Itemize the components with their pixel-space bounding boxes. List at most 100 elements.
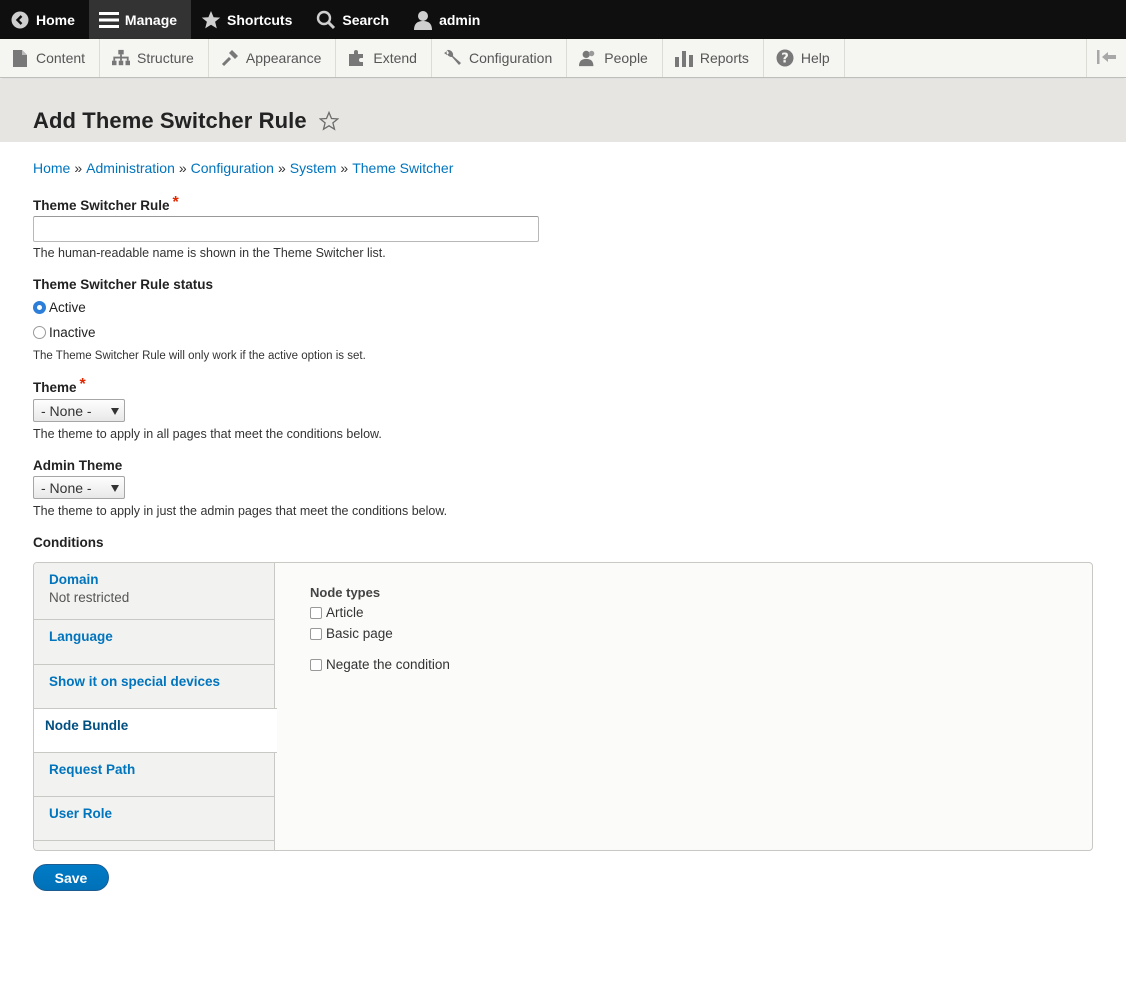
radio-button[interactable] — [33, 326, 46, 339]
tray-item-label: Help — [800, 50, 830, 66]
toolbar-user[interactable]: admin — [403, 0, 494, 39]
tray-item-configuration[interactable]: Configuration — [432, 39, 568, 77]
theme-label: Theme * — [33, 376, 86, 397]
collapse-tray-button[interactable] — [1086, 39, 1126, 77]
tray-item-help[interactable]: ? Help — [764, 39, 845, 77]
breadcrumb-separator: » — [74, 160, 83, 176]
vtab-title: Node Bundle — [45, 718, 129, 733]
status-label: Theme Switcher Rule status — [33, 277, 214, 292]
tray-item-label: People — [604, 50, 648, 66]
tray-item-structure[interactable]: Structure — [100, 39, 209, 77]
checkbox-label: Basic page — [326, 626, 393, 641]
page-header: Add Theme Switcher Rule — [0, 79, 1126, 142]
menu-icon — [98, 10, 119, 30]
help-icon: ? — [776, 49, 794, 67]
tray-item-reports[interactable]: Reports — [663, 39, 764, 77]
vtab-language[interactable]: Language — [34, 620, 275, 665]
checkbox[interactable] — [310, 627, 322, 640]
breadcrumb-separator: » — [277, 160, 286, 176]
theme-select-value: - None - — [41, 402, 92, 419]
tray-item-appearance[interactable]: Appearance — [209, 39, 337, 77]
people-icon — [579, 49, 597, 67]
bar-chart-icon — [674, 49, 693, 67]
puzzle-icon — [348, 49, 366, 67]
status-radio-inactive[interactable]: Inactive — [33, 325, 96, 340]
vtab-domain[interactable]: Domain Not restricted — [34, 563, 275, 620]
wrench-icon — [443, 49, 462, 67]
radio-label: Active — [49, 300, 86, 315]
breadcrumb-administration[interactable]: Administration — [86, 160, 175, 176]
vtab-summary: Not restricted — [49, 590, 130, 605]
vtab-title: Language — [49, 629, 113, 644]
admin-theme-select[interactable]: - None - — [33, 476, 125, 499]
sitemap-icon — [112, 49, 131, 67]
checkbox-article[interactable]: Article — [310, 605, 364, 620]
node-bundle-pane: Node types Article Basic page Negate the… — [310, 585, 450, 672]
breadcrumb-system[interactable]: System — [290, 160, 337, 176]
admin-tray: Content Structure Appearance Extend Conf… — [0, 39, 1126, 78]
checkbox-negate[interactable]: Negate the condition — [310, 657, 450, 672]
toolbar-user-label: admin — [439, 11, 481, 28]
admin-toolbar: Home Manage Shortcuts Search admin — [0, 0, 1126, 39]
vtab-request-path[interactable]: Request Path — [34, 753, 275, 797]
star-icon — [201, 10, 221, 30]
checkbox-label: Negate the condition — [326, 657, 450, 672]
back-arrow-icon — [10, 10, 30, 30]
tray-item-people[interactable]: People — [567, 39, 663, 77]
tray-item-label: Reports — [699, 50, 749, 66]
breadcrumb-theme-switcher[interactable]: Theme Switcher — [352, 160, 453, 176]
checkbox[interactable] — [310, 606, 322, 619]
theme-description: The theme to apply in all pages that mee… — [33, 427, 382, 441]
shortcut-star-icon[interactable] — [318, 110, 340, 131]
theme-select[interactable]: - None - — [33, 399, 125, 422]
toolbar-home-label: Home — [36, 11, 75, 28]
toolbar-manage[interactable]: Manage — [88, 0, 192, 39]
toolbar-shortcuts[interactable]: Shortcuts — [191, 0, 306, 39]
breadcrumb-separator: » — [340, 160, 349, 176]
dropdown-arrow-icon — [111, 485, 119, 492]
theme-label-text: Theme — [33, 380, 77, 395]
dropdown-arrow-icon — [111, 408, 119, 415]
checkbox-basic-page[interactable]: Basic page — [310, 626, 393, 641]
rule-name-description: The human-readable name is shown in the … — [33, 246, 386, 260]
paintbrush-icon — [221, 49, 239, 67]
rule-name-label-text: Theme Switcher Rule — [33, 198, 170, 213]
node-types-label: Node types — [310, 585, 381, 600]
rule-name-input[interactable] — [33, 216, 539, 242]
vtab-title: Show it on special devices — [49, 674, 221, 689]
admin-theme-label: Admin Theme — [33, 458, 123, 473]
vtab-title: Request Path — [49, 762, 136, 777]
tray-item-label: Configuration — [468, 50, 553, 66]
vtab-title: User Role — [49, 806, 113, 821]
toolbar-shortcuts-label: Shortcuts — [227, 11, 293, 28]
tray-item-label: Content — [36, 50, 86, 66]
vtab-special-devices[interactable]: Show it on special devices — [34, 665, 275, 709]
required-marker: * — [79, 376, 86, 393]
toolbar-search[interactable]: Search — [306, 0, 403, 39]
save-button[interactable]: Save — [33, 864, 109, 891]
vtab-node-bundle[interactable]: Node Bundle — [34, 708, 277, 753]
breadcrumb-separator: » — [178, 160, 187, 176]
radio-label: Inactive — [49, 325, 96, 340]
tray-item-extend[interactable]: Extend — [336, 39, 432, 77]
vtab-user-role[interactable]: User Role — [34, 797, 275, 841]
toolbar-home[interactable]: Home — [0, 0, 89, 39]
breadcrumb-configuration[interactable]: Configuration — [191, 160, 274, 176]
breadcrumb: Home» Administration» Configuration» System… — [33, 160, 453, 176]
checkbox-label: Article — [326, 605, 364, 620]
page-title: Add Theme Switcher Rule — [33, 108, 307, 133]
tray-item-label: Structure — [137, 50, 194, 66]
status-description: The Theme Switcher Rule will only work i… — [33, 350, 366, 362]
status-radio-active[interactable]: Active — [33, 300, 86, 315]
tray-item-label: Extend — [373, 50, 417, 66]
vtab-title: Domain — [49, 572, 99, 587]
tray-item-content[interactable]: Content — [0, 39, 101, 77]
admin-theme-description: The theme to apply in just the admin pag… — [33, 504, 448, 518]
radio-button-checked[interactable] — [33, 301, 46, 314]
conditions-label: Conditions — [33, 535, 104, 550]
collapse-icon — [1096, 49, 1117, 67]
breadcrumb-home[interactable]: Home — [33, 160, 70, 176]
checkbox[interactable] — [310, 658, 322, 671]
admin-theme-select-value: - None - — [41, 479, 92, 496]
toolbar-manage-label: Manage — [124, 11, 178, 28]
